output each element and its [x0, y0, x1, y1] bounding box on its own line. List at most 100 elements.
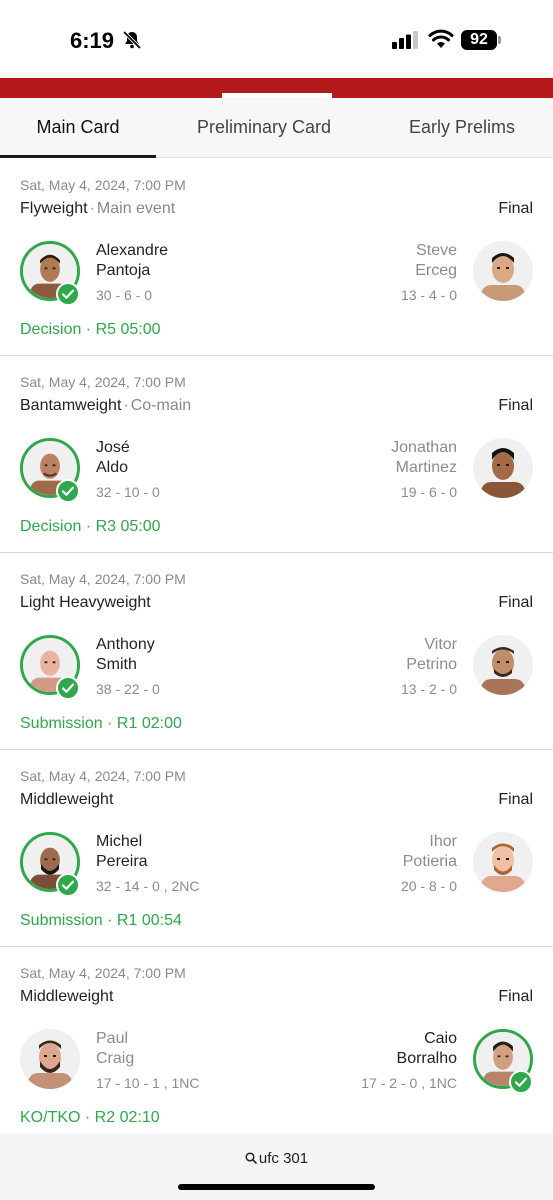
fight-weight-class: Middleweight: [20, 988, 114, 1005]
fight-card[interactable]: Sat, May 4, 2024, 7:00 PM Flyweight · Main…: [0, 159, 553, 356]
fight-result-method: Decision · R5 05:00: [20, 321, 161, 338]
fighter-first-name: Jonathan: [391, 439, 457, 456]
card-tabs: Main Card Preliminary Card Early Prelims: [0, 98, 553, 158]
fighter-avatar[interactable]: [473, 241, 533, 301]
tab-early-prelims-label: Early Prelims: [408, 117, 515, 137]
fight-weight-class: Bantamweight · Co-main: [20, 397, 192, 414]
fight-date: Sat, May 4, 2024, 7:00 PM: [20, 177, 186, 193]
fighter-last-name: Martinez: [395, 459, 457, 476]
tab-main-card-label: Main Card: [36, 117, 120, 137]
fight-weight-class: Middleweight: [20, 791, 114, 808]
fighter-record-right: 19 - 6 - 0: [400, 484, 457, 500]
fight-date: Sat, May 4, 2024, 7:00 PM: [20, 374, 186, 390]
fighter-first-name: Alexandre: [96, 242, 169, 259]
fight-result-method: Submission · R1 02:00: [20, 715, 182, 732]
fighter-record-right: 17 - 2 - 0 , 1NC: [361, 1075, 457, 1091]
fight-weight-class: Flyweight · Main event: [20, 200, 176, 217]
fighter-last-name: Borralho: [396, 1050, 457, 1067]
tab-main-card[interactable]: Main Card: [0, 98, 156, 158]
fighter-name-right[interactable]: Steve Erceg: [415, 241, 457, 281]
bell-muted-icon: [122, 30, 142, 50]
fighter-name-left[interactable]: Anthony Smith: [96, 635, 155, 675]
signal-icon: [392, 31, 418, 49]
fighter-headshot-icon: [473, 241, 533, 301]
fighter-name-right[interactable]: Caio Borralho: [397, 1029, 457, 1069]
fight-status: Final: [498, 594, 533, 611]
fight-weight-class: Light Heavyweight: [20, 594, 151, 611]
fighter-record-right: 13 - 2 - 0: [400, 681, 457, 697]
fighter-avatar[interactable]: [473, 635, 533, 695]
fighter-name-left[interactable]: Alexandre Pantoja: [96, 241, 168, 281]
fight-date: Sat, May 4, 2024, 7:00 PM: [20, 768, 186, 784]
winner-check-icon: [509, 1070, 533, 1094]
fighter-headshot-icon: [473, 438, 533, 498]
fighter-first-name: Paul: [96, 1030, 129, 1047]
fighter-headshot-icon: [20, 1029, 80, 1089]
fighter-name-left[interactable]: José Aldo: [96, 438, 130, 478]
fighter-record-left: 32 - 14 - 0 , 2NC: [96, 878, 200, 894]
winner-check-icon: [56, 282, 80, 306]
fight-result-method: Submission · R1 00:54: [20, 912, 182, 929]
status-bar: 6:19 92: [0, 0, 553, 78]
fight-status: Final: [498, 791, 533, 808]
fighter-record-left: 30 - 6 - 0: [96, 287, 153, 303]
fight-result-method: Decision · R3 05:00: [20, 518, 161, 535]
fight-card[interactable]: Sat, May 4, 2024, 7:00 PM Middleweight F…: [0, 947, 553, 1144]
home-indicator[interactable]: [178, 1184, 375, 1190]
search-query-label: ufc 301: [258, 1150, 309, 1167]
weight-class-label: Flyweight: [20, 200, 88, 217]
status-time: 6:19: [70, 28, 115, 53]
active-tab-underline: [0, 155, 156, 158]
fight-tag: Main event: [96, 200, 176, 217]
fighter-last-name: Pereira: [96, 853, 148, 870]
winner-check-icon: [56, 479, 80, 503]
fighter-first-name: Steve: [416, 242, 457, 259]
fight-card[interactable]: Sat, May 4, 2024, 7:00 PM Bantamweight · C…: [0, 356, 553, 553]
fighter-first-name: Vitor: [424, 636, 457, 653]
fighter-headshot-icon: [473, 832, 533, 892]
weight-class-label: Bantamweight: [20, 397, 122, 414]
fighter-name-left[interactable]: Michel Pereira: [96, 832, 148, 872]
fighter-record-left: 38 - 22 - 0: [96, 681, 160, 697]
fight-date: Sat, May 4, 2024, 7:00 PM: [20, 965, 186, 981]
fighter-record-right: 20 - 8 - 0: [400, 878, 457, 894]
fighter-first-name: Michel: [96, 833, 143, 850]
fighter-record-right: 13 - 4 - 0: [400, 287, 457, 303]
fighter-record-left: 32 - 10 - 0: [96, 484, 160, 500]
fight-result-method: KO/TKO · R2 02:10: [20, 1109, 160, 1126]
fighter-first-name: Caio: [424, 1030, 457, 1047]
tab-early-prelims[interactable]: Early Prelims: [378, 98, 546, 157]
fight-status: Final: [498, 200, 533, 217]
fight-card[interactable]: Sat, May 4, 2024, 7:00 PM Light Heavywei…: [0, 553, 553, 750]
fighter-name-right[interactable]: Jonathan Martinez: [391, 438, 457, 478]
battery-indicator: 92: [461, 30, 497, 50]
fight-date: Sat, May 4, 2024, 7:00 PM: [20, 571, 186, 587]
fighter-last-name: Craig: [96, 1050, 135, 1067]
fighter-avatar[interactable]: [20, 1029, 80, 1089]
tab-preliminary-card-label: Preliminary Card: [196, 117, 332, 137]
fighter-last-name: Pantoja: [96, 262, 151, 279]
fighter-last-name: Aldo: [96, 459, 129, 476]
wifi-icon: [428, 29, 454, 48]
search-icon: [245, 1152, 257, 1164]
tab-preliminary-card[interactable]: Preliminary Card: [176, 98, 352, 157]
fighter-headshot-icon: [473, 635, 533, 695]
fighter-record-left: 17 - 10 - 1 , 1NC: [96, 1075, 200, 1091]
fighter-first-name: Ihor: [429, 833, 457, 850]
fight-card[interactable]: Sat, May 4, 2024, 7:00 PM Middleweight F…: [0, 750, 553, 947]
fight-tag: Co-main: [130, 397, 192, 414]
fighter-last-name: Potieria: [402, 853, 457, 870]
fighter-name-right[interactable]: Vitor Petrino: [406, 635, 457, 675]
fighter-name-right[interactable]: Ihor Potieria: [403, 832, 457, 872]
fighter-avatar[interactable]: [473, 832, 533, 892]
fighter-last-name: Petrino: [406, 656, 457, 673]
fighter-last-name: Erceg: [415, 262, 457, 279]
fighter-name-left[interactable]: Paul Craig: [96, 1029, 134, 1069]
battery-cap: [498, 36, 501, 44]
fighter-avatar[interactable]: [473, 438, 533, 498]
fighter-first-name: Anthony: [96, 636, 155, 653]
fighter-first-name: José: [96, 439, 130, 456]
fighter-last-name: Smith: [96, 656, 137, 673]
winner-check-icon: [56, 873, 80, 897]
search-query[interactable]: ufc 301: [0, 1150, 553, 1167]
